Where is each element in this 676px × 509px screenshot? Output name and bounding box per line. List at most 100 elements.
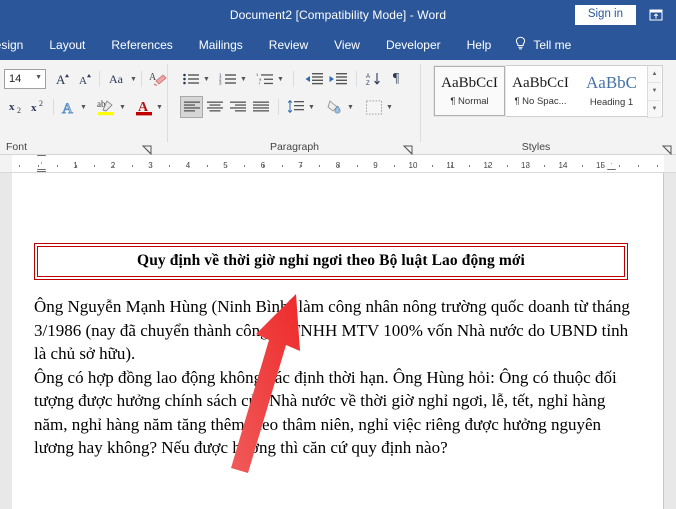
tab-review[interactable]: Review [256,30,321,60]
align-center-button[interactable] [203,96,226,118]
tab-layout[interactable]: Layout [36,30,98,60]
ruler-minor-tick [506,165,508,167]
chevron-down-icon[interactable]: ▼ [35,74,42,81]
multilevel-list-button[interactable]: 1 a i [254,68,276,90]
document-title-border-box: Quy định về thời giờ nghỉ ngơi theo Bộ l… [34,243,628,280]
ribbon: 14 ▼ A A Aa ▼ A x 2 x 2 A ▼ ab ▼ A ▼ Fon… [0,60,676,156]
font-size-input[interactable]: 14 ▼ [4,69,46,89]
ruler-minor-tick [281,165,283,167]
styles-scroll-down-button[interactable]: ▼ [648,83,661,101]
borders-chevron-down-icon[interactable]: ▼ [385,100,394,114]
ribbon-group-styles: AaBbCcI ¶ Normal AaBbCcI ¶ No Spac... Aa… [421,60,676,156]
shrink-font-button[interactable]: A [74,68,96,90]
subscript-button[interactable]: x 2 [6,96,28,118]
horizontal-ruler[interactable]: 123456789101112131415 [0,155,676,173]
style-name-no-spacing: ¶ No Spac... [514,95,567,107]
ruler-minor-tick [525,165,527,167]
document-page[interactable]: Quy định về thời giờ nghỉ ngơi theo Bộ l… [12,173,664,509]
svg-text:2: 2 [17,106,21,115]
tab-references[interactable]: References [98,30,185,60]
ruler-minor-tick [431,165,433,167]
style-sample-no-spacing: AaBbCcI [512,75,569,92]
bullets-button[interactable] [180,68,202,90]
ruler-minor-tick [263,165,264,167]
font-color-button[interactable]: A [133,96,155,118]
window-title: Document2 [Compatibility Mode] - Word [229,8,447,22]
align-left-button[interactable] [180,96,203,118]
ruler-minor-tick [544,165,546,167]
ruler-minor-tick [356,165,358,167]
ribbon-display-options-icon[interactable] [646,5,666,25]
ruler-minor-tick [38,165,39,167]
svg-text:A: A [79,75,87,87]
numbering-button[interactable]: 1 2 3 [217,68,239,90]
tell-me-box[interactable]: Tell me [504,36,571,54]
justify-button[interactable] [249,96,272,118]
word-window: Document2 [Compatibility Mode] - Word Si… [0,0,676,509]
title-bar-right-controls: Sign in [574,0,676,30]
font-color-chevron-down-icon[interactable]: ▼ [155,100,164,114]
ruler-minor-tick [188,165,189,167]
change-case-chevron-down-icon[interactable]: ▼ [129,72,138,86]
left-margin-gutter [0,173,12,509]
style-item-heading-1[interactable]: AaBbC Heading 1 [576,66,647,116]
ruler-minor-tick [75,165,77,167]
ruler-minor-tick [319,165,321,167]
bullets-chevron-down-icon[interactable]: ▼ [202,72,211,86]
highlight-chevron-down-icon[interactable]: ▼ [118,100,127,114]
sign-in-button[interactable]: Sign in [574,5,636,25]
title-bar: Document2 [Compatibility Mode] - Word Si… [0,0,676,30]
styles-scroll-up-button[interactable]: ▲ [648,66,661,84]
style-item-normal[interactable]: AaBbCcI ¶ Normal [433,65,506,117]
styles-more-button[interactable]: ▼ [648,100,661,118]
styles-dialog-launcher-icon[interactable] [661,142,672,156]
shading-button[interactable] [324,96,346,118]
style-sample-normal: AaBbCcI [441,75,498,92]
shading-chevron-down-icon[interactable]: ▼ [346,100,355,114]
ribbon-tab-bar: Design Layout References Mailings Review… [0,30,676,60]
align-right-button[interactable] [226,96,249,118]
superscript-button[interactable]: x 2 [28,96,50,118]
line-spacing-button[interactable] [285,96,307,118]
document-body[interactable]: Ông Nguyễn Mạnh Hùng (Ninh Bình) làm côn… [34,295,634,506]
change-case-button[interactable]: Aa [103,68,129,90]
sort-button[interactable]: A Z [363,68,385,90]
tab-help[interactable]: Help [454,30,505,60]
svg-text:Z: Z [366,81,370,87]
tab-mailings[interactable]: Mailings [186,30,256,60]
svg-text:x: x [31,102,37,114]
document-title-text: Quy định về thời giờ nghỉ ngơi theo Bộ l… [137,252,525,269]
numbering-chevron-down-icon[interactable]: ▼ [239,72,248,86]
paragraph-group-label: Paragraph [269,141,320,153]
ruler-minor-tick [394,165,396,167]
ruler-minor-tick [56,165,58,167]
increase-indent-button[interactable] [326,68,350,90]
tab-view[interactable]: View [321,30,373,60]
decrease-indent-button[interactable] [302,68,326,90]
borders-button[interactable] [363,96,385,118]
ruler-minor-tick [169,165,171,167]
svg-text:3: 3 [219,81,222,86]
text-highlight-color-button[interactable]: ab [94,96,118,118]
text-effects-button[interactable]: A [57,96,79,118]
ruler-minor-tick [450,165,452,167]
style-item-no-spacing[interactable]: AaBbCcI ¶ No Spac... [505,66,576,116]
ruler-minor-tick [375,165,377,167]
line-spacing-chevron-down-icon[interactable]: ▼ [307,100,316,114]
document-paragraph-2: Ông có hợp đồng lao động không xác định … [34,367,617,458]
ruler-minor-tick [656,165,658,167]
grow-font-button[interactable]: A [52,68,74,90]
multilevel-chevron-down-icon[interactable]: ▼ [276,72,285,86]
font-dialog-launcher-icon[interactable] [141,142,152,156]
ruler-track: 123456789101112131415 [12,155,664,172]
document-paragraph-1: Ông Nguyễn Mạnh Hùng (Ninh Bình) làm côn… [34,297,630,363]
ribbon-group-font: 14 ▼ A A Aa ▼ A x 2 x 2 A ▼ ab ▼ A ▼ Fon… [0,60,168,156]
paragraph-dialog-launcher-icon[interactable] [402,142,413,156]
text-effects-chevron-down-icon[interactable]: ▼ [79,100,88,114]
tab-design[interactable]: Design [0,30,36,60]
ruler-minor-tick [113,165,114,167]
ruler-minor-tick [338,165,339,167]
show-formatting-marks-button[interactable]: ¶ [385,68,407,90]
tab-developer[interactable]: Developer [373,30,454,60]
document-title-inner-border: Quy định về thời giờ nghỉ ngơi theo Bộ l… [37,246,625,277]
